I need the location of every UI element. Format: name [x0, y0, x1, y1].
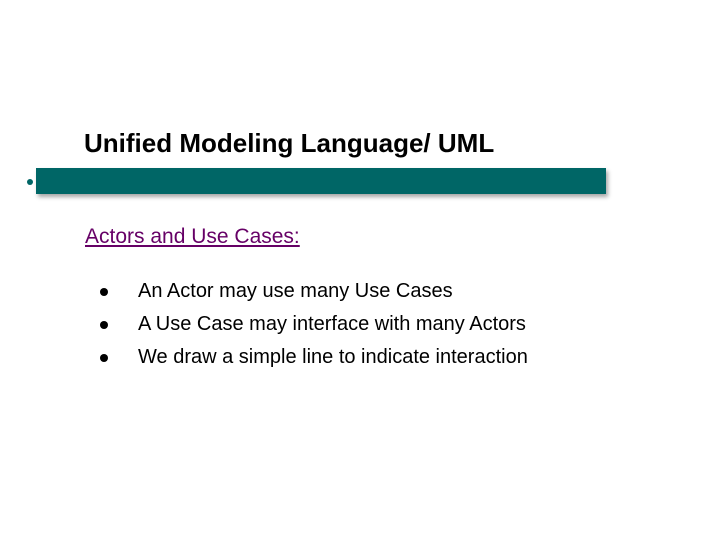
section-subheading: Actors and Use Cases:: [85, 225, 300, 249]
slide-title: Unified Modeling Language/ UML: [84, 128, 494, 159]
slide: Unified Modeling Language/ UML Actors an…: [0, 0, 720, 540]
bullet-icon: [100, 321, 108, 329]
list-item: We draw a simple line to indicate intera…: [100, 346, 528, 369]
bullet-text: An Actor may use many Use Cases: [138, 280, 453, 303]
title-accent-dot: [27, 179, 33, 185]
bullet-text: We draw a simple line to indicate intera…: [138, 346, 528, 369]
list-item: A Use Case may interface with many Actor…: [100, 313, 528, 336]
bullet-icon: [100, 354, 108, 362]
list-item: An Actor may use many Use Cases: [100, 280, 528, 303]
bullet-text: A Use Case may interface with many Actor…: [138, 313, 526, 336]
title-underline-bar: [36, 168, 606, 194]
bullet-icon: [100, 288, 108, 296]
bullet-list: An Actor may use many Use Cases A Use Ca…: [100, 280, 528, 379]
